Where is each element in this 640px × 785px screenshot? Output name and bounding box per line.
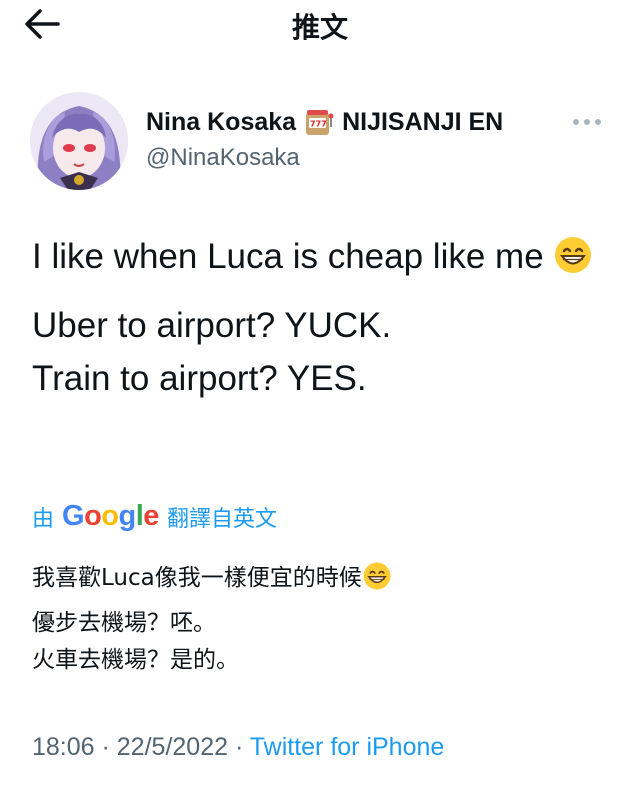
google-logo: Google [62,500,159,532]
tweet-time: 18:06 [32,733,95,761]
tweet-paragraph: I like when Luca is cheap like me [32,230,612,283]
translated-text: 我喜歡Luca像我一樣便宜的時候 優步去機場？呸。 火車去機場？是的。 [32,560,612,679]
tweet-source-link[interactable]: Twitter for iPhone [250,733,445,761]
top-bar: 推文 [0,0,640,50]
more-icon [573,119,579,125]
affiliation: NIJISANJI EN [342,108,504,136]
tweet-paragraph: Uber to airport? YUCK. Train to airport?… [32,306,392,398]
svg-text:777: 777 [310,119,327,128]
tweet-date: 22/5/2022 [116,733,228,761]
grinning-face-icon [363,562,391,590]
translated-paragraph: 優步去機場？呸。 火車去機場？是的。 [32,610,239,673]
slot-machine-icon: 777 [306,109,334,135]
more-button[interactable] [570,110,604,134]
author-name-row[interactable]: Nina Kosaka 777 NIJISANJI EN [146,108,503,137]
author-handle[interactable]: @NinaKosaka [146,144,300,172]
translation-attribution[interactable]: 由 Google 翻譯自英文 [32,500,277,533]
translated-paragraph: 我喜歡Luca像我一樣便宜的時候 [32,560,612,597]
avatar[interactable] [30,92,128,190]
grinning-face-icon [555,237,592,273]
tweet-text: I like when Luca is cheap like me Uber t… [32,230,612,405]
page-title: 推文 [291,11,348,44]
tweet-author: Nina Kosaka 777 NIJISANJI EN @NinaKosaka [30,92,610,192]
tweet-metadata: 18:06 · 22/5/2022 · Twitter for iPhone [32,733,445,761]
display-name: Nina Kosaka [146,108,297,136]
